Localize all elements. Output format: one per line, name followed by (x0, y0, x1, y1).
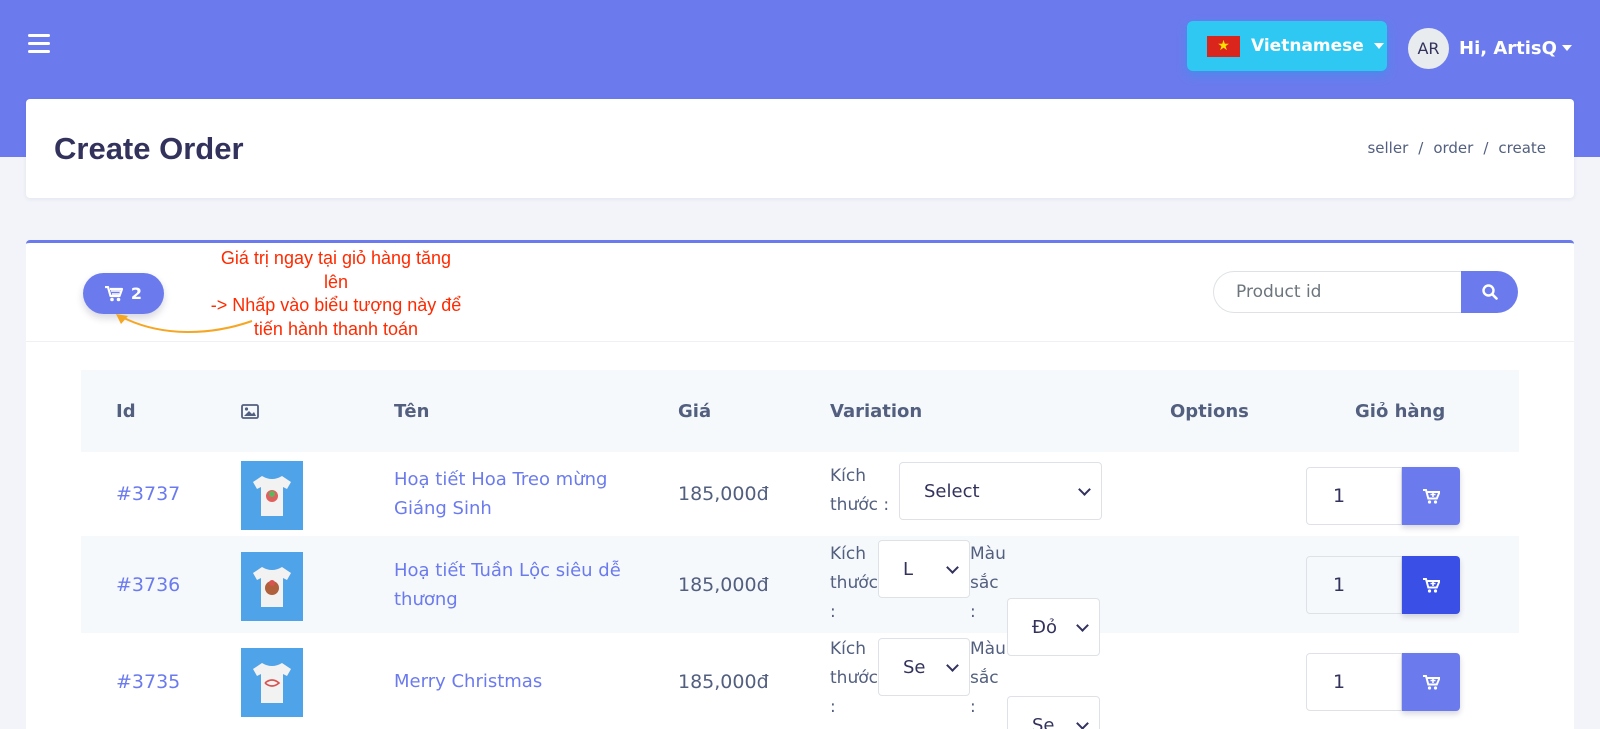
language-dropdown[interactable]: ★ Vietnamese (1187, 21, 1387, 71)
cart-icon (104, 285, 123, 301)
product-thumbnail[interactable] (241, 552, 303, 621)
size-select-value: L (903, 558, 914, 580)
quantity-input[interactable]: 1 (1306, 556, 1402, 614)
column-header-id: Id (116, 401, 136, 422)
annotation-line: Giá trị ngay tại giỏ hàng tăng (220, 248, 452, 268)
breadcrumb-separator: / (1418, 139, 1424, 157)
breadcrumb: seller / order / create (1367, 139, 1546, 157)
caret-down-icon (1373, 43, 1384, 49)
page-header-card: Create Order seller / order / create (26, 99, 1574, 198)
order-id-link[interactable]: #3736 (116, 574, 180, 596)
size-select[interactable]: Select (899, 462, 1102, 520)
breadcrumb-item-create: create (1498, 139, 1546, 157)
user-greeting: Hi, ArtisQ (1459, 37, 1557, 59)
chevron-down-icon (1076, 717, 1089, 729)
user-menu[interactable]: AR Hi, ArtisQ (1408, 27, 1572, 69)
search-button[interactable] (1461, 271, 1518, 313)
table-row: #3736 Hoạ tiết Tuần Lộc siêu dễ thương 1… (81, 536, 1519, 656)
order-id-link[interactable]: #3737 (116, 483, 180, 505)
column-header-cart: Giỏ hàng (1355, 401, 1446, 422)
add-to-cart-button[interactable] (1402, 467, 1460, 525)
table-header: Id Tên Giá Variation Options Giỏ hàng (81, 370, 1519, 452)
breadcrumb-separator: / (1483, 139, 1489, 157)
size-label: Kích thước : (830, 544, 878, 622)
caret-down-icon (1561, 45, 1572, 51)
chevron-down-icon (1078, 483, 1091, 496)
chevron-down-icon (946, 659, 959, 672)
chevron-down-icon (946, 561, 959, 574)
size-select-value: Select (924, 480, 980, 502)
avatar: AR (1408, 27, 1449, 69)
table-row: #3737 Hoạ tiết Hoa Treo mừng Giáng Sinh … (81, 452, 1519, 536)
add-to-cart-button[interactable] (1402, 653, 1460, 711)
color-label: Màu sắc : (970, 639, 1006, 717)
product-id-input[interactable] (1213, 271, 1461, 313)
size-select[interactable]: L (878, 540, 970, 598)
size-select-value: Se (903, 656, 926, 678)
table-row: #3735 Merry Christmas 185,000đ Kích thướ… (81, 633, 1519, 729)
product-price: 185,000đ (678, 574, 769, 596)
cart-plus-icon (1422, 488, 1440, 504)
product-search (1213, 271, 1518, 313)
menu-toggle-icon[interactable] (28, 34, 50, 54)
quantity-input[interactable]: 1 (1306, 653, 1402, 711)
annotation-arrow (116, 314, 253, 333)
chevron-down-icon (1076, 619, 1089, 632)
search-icon (1481, 284, 1498, 300)
color-label: Màu sắc : (970, 544, 1006, 622)
product-thumbnail[interactable] (241, 648, 303, 717)
page-title: Create Order (54, 131, 244, 166)
color-select[interactable]: Se (1007, 696, 1100, 729)
product-name-link[interactable]: Hoạ tiết Hoa Treo mừng Giáng Sinh (394, 465, 654, 523)
order-card: 2 Giá trị ngay tại giỏ hàng tăng lên -> … (26, 240, 1574, 729)
order-id-link[interactable]: #3735 (116, 671, 180, 693)
color-select-value: Se (1032, 714, 1055, 729)
annotation-line: lên (323, 271, 349, 292)
image-icon (241, 403, 259, 424)
column-header-variation: Variation (830, 401, 923, 422)
product-thumbnail[interactable] (241, 461, 303, 530)
cart-plus-icon (1422, 577, 1440, 593)
column-header-name: Tên (394, 401, 430, 422)
language-label: Vietnamese (1251, 36, 1364, 56)
product-name-link[interactable]: Merry Christmas (394, 667, 654, 696)
breadcrumb-item-order[interactable]: order (1433, 139, 1473, 157)
product-price: 185,000đ (678, 671, 769, 693)
column-header-options: Options (1170, 401, 1249, 422)
cart-count: 2 (130, 284, 143, 303)
size-select[interactable]: Se (878, 638, 970, 696)
column-header-price: Giá (678, 401, 712, 422)
size-label: Kích thước : (830, 466, 890, 515)
product-price: 185,000đ (678, 483, 769, 505)
product-name-link[interactable]: Hoạ tiết Tuần Lộc siêu dễ thương (394, 556, 654, 614)
products-table: Id Tên Giá Variation Options Giỏ hàng #3… (81, 370, 1519, 729)
divider (26, 341, 1574, 342)
vietnam-flag-icon: ★ (1207, 35, 1240, 57)
size-label: Kích thước : (830, 639, 878, 717)
cart-plus-icon (1422, 674, 1440, 690)
cart-button[interactable]: 2 (83, 273, 164, 314)
breadcrumb-item-seller[interactable]: seller (1367, 139, 1408, 157)
add-to-cart-button[interactable] (1402, 556, 1460, 614)
quantity-input[interactable]: 1 (1306, 467, 1402, 525)
